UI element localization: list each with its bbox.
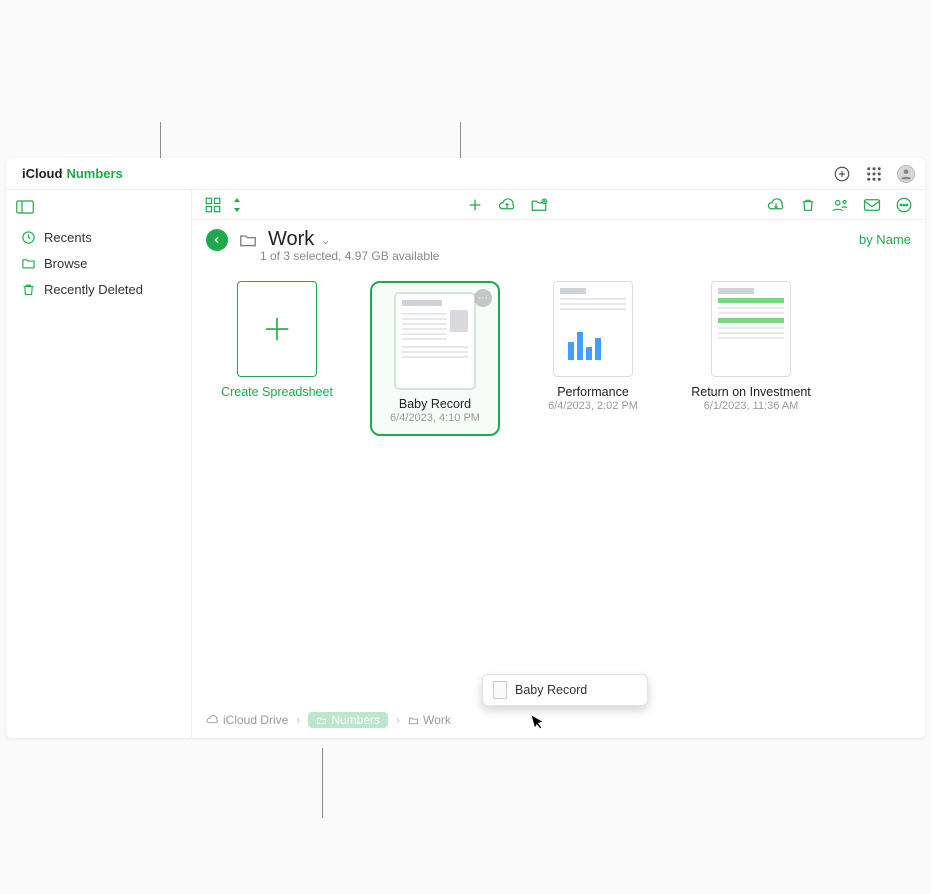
document-title: Return on Investment <box>691 385 811 399</box>
document-tile-performance[interactable]: Performance 6/4/2023, 2:02 PM <box>528 281 658 436</box>
sidebar-item-browse[interactable]: Browse <box>6 250 191 276</box>
document-thumbnail <box>553 281 633 377</box>
cursor-icon <box>530 710 548 731</box>
drag-preview-chip: Baby Record <box>482 674 648 706</box>
toolbar <box>192 190 925 220</box>
folder-title[interactable]: Work ⌄ <box>268 228 330 251</box>
folder-header: Work ⌄ 1 of 3 selected, 4.97 GB availabl… <box>192 220 925 267</box>
document-tile-roi[interactable]: Return on Investment 6/1/2023, 11:36 AM <box>686 281 816 436</box>
sort-arrows-icon[interactable] <box>228 196 246 214</box>
create-spreadsheet-tile[interactable]: Create Spreadsheet <box>212 281 342 436</box>
breadcrumb-root[interactable]: iCloud Drive <box>206 713 288 727</box>
document-thumbnail <box>711 281 791 377</box>
sidebar-item-label: Recently Deleted <box>44 282 143 297</box>
trash-icon <box>20 281 36 297</box>
more-icon[interactable] <box>895 196 913 214</box>
view-options-icon[interactable] <box>204 196 222 214</box>
breadcrumb-leaf[interactable]: Work <box>408 713 451 727</box>
mini-thumb-icon <box>493 681 507 699</box>
document-grid: Create Spreadsheet ⋯ Baby Record 6/4/202… <box>192 267 925 450</box>
breadcrumb-mid-label: Numbers <box>331 713 380 727</box>
folder-name-label: Work <box>268 228 314 251</box>
document-title: Performance <box>557 385 629 399</box>
tile-more-button[interactable]: ⋯ <box>474 289 492 307</box>
toggle-sidebar-button[interactable] <box>6 196 191 218</box>
breadcrumb-mid[interactable]: Numbers <box>308 712 388 728</box>
share-people-icon[interactable] <box>831 196 849 214</box>
account-avatar[interactable] <box>897 165 915 183</box>
document-date: 6/1/2023, 11:36 AM <box>704 400 799 412</box>
brand-prefix: iCloud <box>22 166 62 181</box>
clock-icon <box>20 229 36 245</box>
create-plus-icon <box>237 281 317 377</box>
sidebar-item-recents[interactable]: Recents <box>6 224 191 250</box>
create-label: Create Spreadsheet <box>221 385 333 399</box>
callout-line <box>322 748 323 818</box>
sidebar: Recents Browse Recently Deleted <box>6 190 192 738</box>
folder-icon <box>238 232 258 248</box>
breadcrumb: iCloud Drive › Numbers › Work <box>206 712 451 728</box>
mail-icon[interactable] <box>863 196 881 214</box>
document-date: 6/4/2023, 2:02 PM <box>548 400 638 412</box>
main-panel: Work ⌄ 1 of 3 selected, 4.97 GB availabl… <box>192 190 925 738</box>
download-cloud-icon[interactable] <box>767 196 785 214</box>
document-tile-baby-record[interactable]: ⋯ Baby Record 6/4/2023, 4:10 PM <box>370 281 500 436</box>
app-window: iCloud Numbers <box>6 158 925 738</box>
brand-product: Numbers <box>66 166 122 181</box>
selection-status: 1 of 3 selected, 4.97 GB available <box>260 249 439 263</box>
sidebar-item-label: Browse <box>44 256 87 271</box>
title-bar: iCloud Numbers <box>6 158 925 190</box>
sidebar-item-recently-deleted[interactable]: Recently Deleted <box>6 276 191 302</box>
delete-icon[interactable] <box>799 196 817 214</box>
brand-title: iCloud Numbers <box>22 166 123 181</box>
back-button[interactable] <box>206 229 228 251</box>
breadcrumb-root-label: iCloud Drive <box>223 713 288 727</box>
sort-button[interactable]: by Name <box>859 228 911 247</box>
app-grid-icon[interactable] <box>865 165 883 183</box>
upload-cloud-icon[interactable] <box>498 196 516 214</box>
chevron-down-icon: ⌄ <box>320 233 330 247</box>
folder-icon <box>20 255 36 271</box>
chevron-right-icon: › <box>396 713 400 727</box>
sidebar-item-label: Recents <box>44 230 92 245</box>
add-circle-icon[interactable] <box>833 165 851 183</box>
new-folder-icon[interactable] <box>530 196 548 214</box>
document-thumbnail <box>395 293 475 389</box>
plus-icon[interactable] <box>466 196 484 214</box>
chevron-right-icon: › <box>296 713 300 727</box>
breadcrumb-leaf-label: Work <box>423 713 451 727</box>
document-date: 6/4/2023, 4:10 PM <box>390 412 480 424</box>
drag-label: Baby Record <box>515 683 587 697</box>
document-title: Baby Record <box>399 397 471 411</box>
